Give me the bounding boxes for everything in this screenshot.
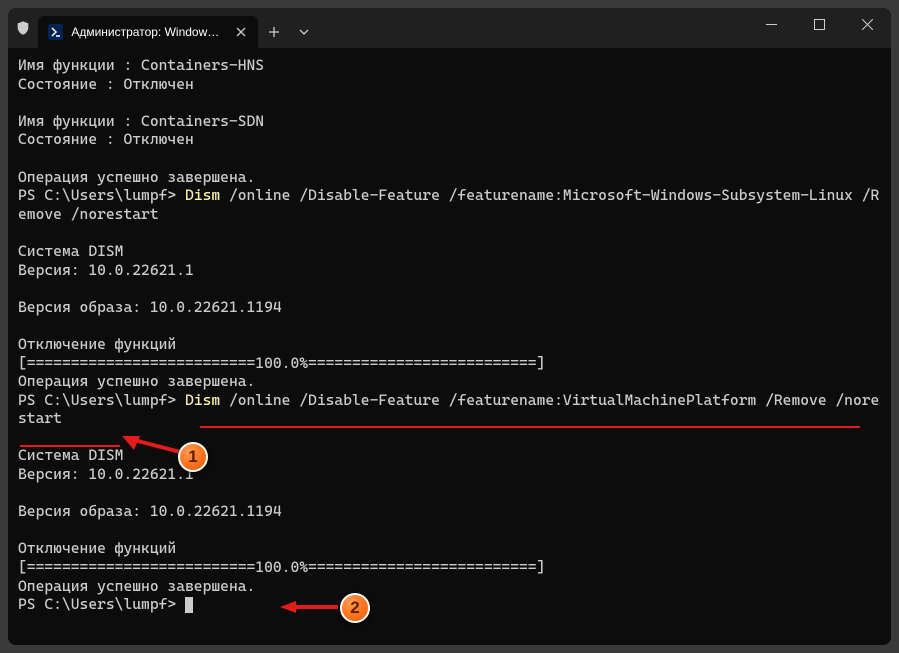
tab-close-button[interactable] [233, 23, 250, 41]
output-line: Состояние : Отключен [18, 130, 194, 148]
plus-icon [268, 26, 280, 38]
output-line: Версия образа: 10.0.22621.1194 [18, 298, 282, 316]
command: Dism [185, 186, 220, 204]
output-line: Cистема DISM [18, 242, 123, 260]
prompt: PS C:\Users\lumpf> [18, 595, 185, 613]
prompt: PS C:\Users\lumpf> [18, 186, 185, 204]
window-controls [747, 8, 891, 48]
output-line: Операция успешно завершена. [18, 577, 255, 595]
tab-active[interactable]: Администратор: Windows Po [38, 16, 258, 48]
close-icon [862, 19, 873, 30]
output-line: Операция успешно завершена. [18, 168, 255, 186]
annotation-bubble-1: 1 [178, 442, 208, 472]
command: Dism [185, 391, 220, 409]
titlebar[interactable]: Администратор: Windows Po [8, 8, 891, 48]
annotation-underline-1b [20, 445, 120, 447]
output-line: Отключение функций [18, 539, 176, 557]
cursor [185, 597, 193, 613]
app-icon [8, 8, 38, 48]
annotation-underline-1 [200, 426, 860, 428]
close-button[interactable] [843, 8, 891, 40]
output-line: Версия образа: 10.0.22621.1194 [18, 502, 282, 520]
output-line: Версия: 10.0.22621.1 [18, 261, 194, 279]
output-line: Имя функции : Containers-HNS [18, 56, 264, 74]
output-line: Операция успешно завершена. [18, 372, 255, 390]
shield-icon [15, 20, 31, 36]
prompt: PS C:\Users\lumpf> [18, 391, 185, 409]
minimize-button[interactable] [747, 8, 795, 40]
chevron-down-icon [299, 27, 309, 37]
tab-dropdown-button[interactable] [290, 16, 318, 48]
maximize-icon [814, 19, 825, 30]
annotation-bubble-2: 2 [340, 593, 370, 623]
output-line: Cистема DISM [18, 446, 123, 464]
terminal-window: Администратор: Windows Po Имя функции : … [8, 8, 891, 645]
powershell-icon [48, 24, 63, 40]
output-line: [==========================100.0%=======… [18, 558, 545, 576]
annotation-arrow-1 [120, 434, 180, 456]
output-line: [==========================100.0%=======… [18, 354, 545, 372]
close-icon [236, 27, 246, 37]
output-line: Имя функции : Containers-SDN [18, 112, 264, 130]
output-line: Состояние : Отключен [18, 75, 194, 93]
output-line: Отключение функций [18, 335, 176, 353]
minimize-icon [766, 19, 777, 30]
output-line: Версия: 10.0.22621.1 [18, 465, 194, 483]
terminal-content[interactable]: Имя функции : Containers-HNS Состояние :… [8, 48, 891, 645]
tab-title: Администратор: Windows Po [71, 25, 224, 39]
new-tab-button[interactable] [258, 16, 290, 48]
maximize-button[interactable] [795, 8, 843, 40]
annotation-arrow-2 [278, 599, 338, 615]
